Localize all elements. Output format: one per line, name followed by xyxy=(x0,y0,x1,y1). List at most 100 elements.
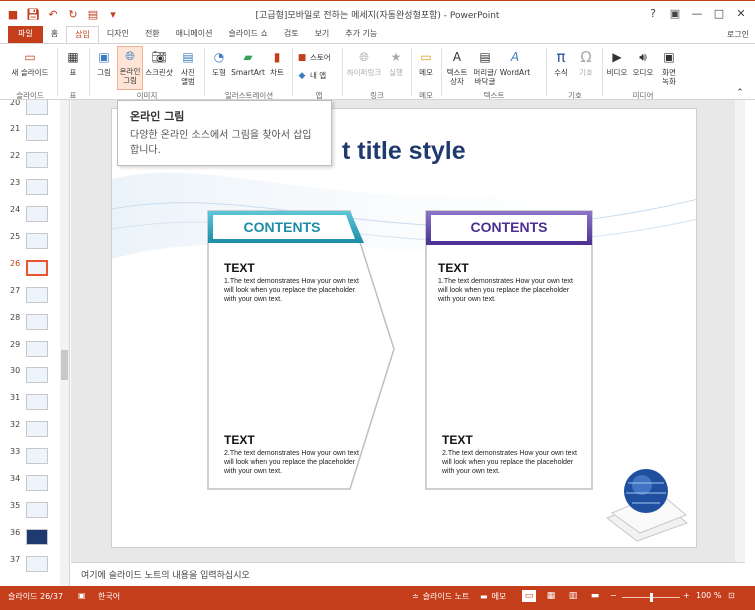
screen-recording-icon: ▣ xyxy=(663,49,675,64)
separator xyxy=(292,48,293,96)
notes-pane[interactable]: 여기에 슬라이드 노트의 내용을 입력하십시오 xyxy=(71,562,745,586)
video-button[interactable]: ▶ 비디오 xyxy=(605,48,629,78)
picture-icon: ▣ xyxy=(98,49,110,64)
ribbon-display-button[interactable]: ▣ xyxy=(665,5,685,21)
tab-file[interactable]: 파일 xyxy=(8,26,43,43)
left-block1-heading[interactable]: TEXT xyxy=(224,261,255,275)
shapes-button[interactable]: ◔ 도형 xyxy=(207,48,231,78)
collapse-ribbon-button[interactable]: ⌃ xyxy=(735,88,745,98)
left-block1-body[interactable]: 1.The text demonstrates How your own tex… xyxy=(224,277,359,304)
separator xyxy=(89,48,90,96)
new-slide-icon: ▭ xyxy=(24,49,36,64)
tab-review[interactable]: 검토 xyxy=(276,26,307,43)
action-icon: ★ xyxy=(390,49,402,64)
speaker-icon: 🔊︎ xyxy=(639,49,647,64)
left-block2-heading[interactable]: TEXT xyxy=(224,433,255,447)
shapes-icon: ◔ xyxy=(213,49,225,64)
comment-icon: ▭ xyxy=(420,49,432,64)
comments-toggle[interactable]: ▬ 메모 xyxy=(480,591,506,602)
photo-album-button[interactable]: ▤ 사진 앨범 xyxy=(175,48,201,87)
window-title: [고급형]모바일로 전하는 메세지(자동완성형포함) - PowerPoint xyxy=(255,11,500,21)
help-button[interactable]: ? xyxy=(643,5,663,21)
screen-recording-button[interactable]: ▣ 화면 녹화 xyxy=(657,48,681,87)
tooltip-title: 온라인 그림 xyxy=(130,110,185,123)
pi-icon: π xyxy=(556,47,566,66)
tab-home[interactable]: 홈 xyxy=(43,26,66,43)
slide-title[interactable]: t title style xyxy=(342,137,466,166)
separator xyxy=(411,48,412,96)
login-link[interactable]: 로그인 xyxy=(727,29,749,40)
store-button[interactable]: ■ 스토어 xyxy=(297,52,331,63)
scrollbar-thumb[interactable] xyxy=(61,350,68,380)
header-footer-icon: ▤ xyxy=(479,49,491,64)
tab-animations[interactable]: 애니메이션 xyxy=(168,26,221,43)
chevron-up-icon: ⌃ xyxy=(736,88,744,98)
wordart-button[interactable]: A WordArt xyxy=(500,48,530,78)
left-block2-body[interactable]: 2.The text demonstrates How your own tex… xyxy=(224,449,359,476)
smartart-button[interactable]: ▰ SmartArt xyxy=(231,48,265,78)
language-indicator[interactable]: 한국어 xyxy=(98,591,120,602)
action-button[interactable]: ★ 실행 xyxy=(385,48,407,78)
hyperlink-button[interactable]: 🌐︎ 하이퍼링크 xyxy=(345,48,383,78)
separator xyxy=(342,48,343,96)
screenshot-button[interactable]: 📷︎ 스크린샷 xyxy=(145,48,173,78)
screenshot-icon: 📷︎ xyxy=(151,49,167,64)
right-block2-body[interactable]: 2.The text demonstrates How your own tex… xyxy=(442,449,577,476)
notes-icon: ≐ xyxy=(412,592,419,601)
minimize-button[interactable]: — xyxy=(687,5,707,21)
zoom-in-button[interactable]: + xyxy=(683,591,690,600)
picture-button[interactable]: ▣ 그림 xyxy=(93,48,115,78)
equation-button[interactable]: π 수식 xyxy=(550,48,572,77)
reading-view-button[interactable]: ▥ xyxy=(566,590,580,602)
globe-mail-icon xyxy=(605,469,688,542)
online-picture-button[interactable]: 🌐︎ 온라인 그림 xyxy=(117,46,143,90)
tab-insert[interactable]: 삽입 xyxy=(66,26,99,43)
zoom-slider-thumb[interactable] xyxy=(649,593,653,602)
right-panel-header[interactable]: CONTENTS xyxy=(428,219,590,235)
left-panel-header[interactable]: CONTENTS xyxy=(212,219,352,235)
slide-sorter-button[interactable]: ▦ xyxy=(544,590,558,602)
close-button[interactable]: ✕ xyxy=(731,5,751,21)
table-button[interactable]: ▦ 표 xyxy=(62,48,84,78)
my-apps-icon: ◆ xyxy=(298,70,306,81)
ribbon-tabs: 파일 홈 삽입 디자인 전환 애니메이션 슬라이드 쇼 검토 보기 추가 기능 … xyxy=(0,26,755,43)
tab-slideshow[interactable]: 슬라이드 쇼 xyxy=(220,26,275,43)
hyperlink-icon: 🌐︎ xyxy=(359,49,369,64)
spellcheck-icon[interactable]: ▣ xyxy=(78,591,86,600)
zoom-level[interactable]: 100 % xyxy=(696,591,721,600)
slide-canvas[interactable]: t title style CONTENTS TEXT 1.The text d… xyxy=(111,108,697,548)
normal-view-button[interactable]: ▭ xyxy=(522,590,536,602)
textbox-icon: A xyxy=(452,49,462,64)
comment-button[interactable]: ▭ 메모 xyxy=(415,48,437,78)
maximize-button[interactable]: □ xyxy=(709,5,729,21)
chart-button[interactable]: ▮ 차트 xyxy=(266,48,288,78)
separator xyxy=(602,48,603,96)
editor-scrollbar[interactable] xyxy=(735,100,745,562)
online-picture-icon: 🌐︎ xyxy=(125,48,135,63)
online-picture-tooltip: 온라인 그림 다양한 온라인 소스에서 그림을 찾아서 삽입합니다. xyxy=(117,100,332,166)
notes-placeholder[interactable]: 여기에 슬라이드 노트의 내용을 입력하십시오 xyxy=(81,568,250,581)
omega-icon: Ω xyxy=(580,47,592,66)
audio-button[interactable]: 🔊︎ 오디오 xyxy=(630,48,656,78)
zoom-out-button[interactable]: − xyxy=(610,591,617,600)
slideshow-button[interactable]: ▬ xyxy=(588,590,602,602)
my-apps-button[interactable]: ◆ 내 앱 xyxy=(297,70,327,81)
symbol-button[interactable]: Ω 기호 xyxy=(575,48,597,77)
new-slide-button[interactable]: ▭ 새 슬라이드 xyxy=(8,48,52,78)
fit-slide-icon[interactable]: ⊡ xyxy=(728,591,735,600)
table-icon: ▦ xyxy=(67,49,79,64)
header-footer-button[interactable]: ▤ 머리글/ 바닥글 xyxy=(471,48,499,87)
right-block1-body[interactable]: 1.The text demonstrates How your own tex… xyxy=(438,277,573,304)
zoom-slider[interactable] xyxy=(622,593,680,602)
chart-icon: ▮ xyxy=(273,49,281,64)
textbox-button[interactable]: A 텍스트 상자 xyxy=(444,48,470,87)
thumbnail-scrollbar[interactable] xyxy=(60,100,69,586)
tab-design[interactable]: 디자인 xyxy=(99,26,137,43)
right-block1-heading[interactable]: TEXT xyxy=(438,261,469,275)
tab-view[interactable]: 보기 xyxy=(307,26,338,43)
right-block2-heading[interactable]: TEXT xyxy=(442,433,473,447)
notes-toggle[interactable]: ≐ 슬라이드 노트 xyxy=(412,591,469,602)
tab-addins[interactable]: 추가 기능 xyxy=(337,26,385,43)
wordart-icon: A xyxy=(510,49,520,64)
tab-transitions[interactable]: 전환 xyxy=(137,26,168,43)
